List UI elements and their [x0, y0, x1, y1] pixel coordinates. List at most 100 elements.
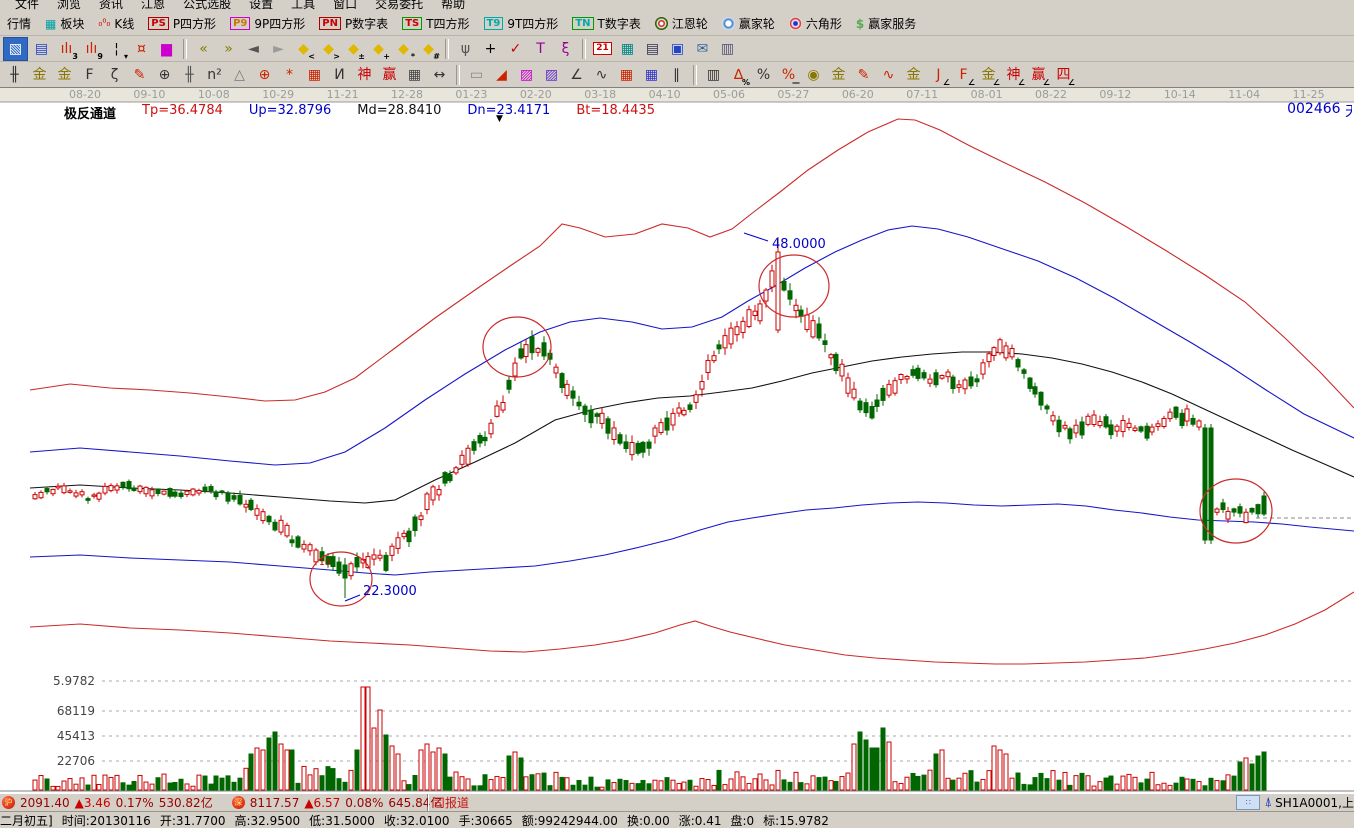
menu-item-4[interactable]: 公式选股 — [174, 0, 240, 12]
crosshair-tool-button[interactable]: + — [479, 38, 502, 60]
calendar-button[interactable]: 21 — [591, 38, 614, 60]
menu-item-3[interactable]: 江恩 — [132, 0, 174, 12]
circle-ruler-tool[interactable]: ⊕ — [153, 64, 176, 86]
mode-button-9p-square[interactable]: P99P四方形 — [223, 14, 312, 33]
mode-button-winner-service[interactable]: $赢家服务 — [849, 14, 923, 33]
f-ruler-tool[interactable]: F — [78, 64, 101, 86]
grid-red-tool[interactable]: ▦ — [615, 64, 638, 86]
triangle-tool[interactable]: △ — [228, 64, 251, 86]
diamond-star-button[interactable]: ◆* — [392, 38, 415, 60]
diamond-compress-button[interactable]: ◆+ — [367, 38, 390, 60]
next-page-button[interactable]: ► — [267, 38, 290, 60]
mode-button-p-table[interactable]: PNP数字表 — [312, 14, 395, 33]
shen-angle-tool[interactable]: 神∠ — [1002, 64, 1025, 86]
histogram-button[interactable]: ▆ — [155, 38, 178, 60]
stamp-button[interactable]: ¤ — [130, 38, 153, 60]
info-list-button[interactable]: ▤ — [30, 38, 53, 60]
fan-lines-tool[interactable]: ◢ — [490, 64, 513, 86]
bar-flag-tool[interactable]: ▥ — [702, 64, 725, 86]
parallel-lines-tool[interactable]: ∥ — [665, 64, 688, 86]
prev-page-button[interactable]: ◄ — [242, 38, 265, 60]
tick-ruler-tool[interactable]: ╫ — [178, 64, 201, 86]
circle-cross-tool[interactable]: ⊕ — [253, 64, 276, 86]
menu-item-6[interactable]: 工具 — [282, 0, 324, 12]
percent-tool[interactable]: % — [752, 64, 775, 86]
fan-box2-tool[interactable]: ▨ — [540, 64, 563, 86]
menu-item-8[interactable]: 交易委托 — [366, 0, 432, 12]
menu-item-1[interactable]: 浏览 — [48, 0, 90, 12]
menu-item-9[interactable]: 帮助 — [432, 0, 474, 12]
rect-select-tool[interactable]: ▭ — [465, 64, 488, 86]
gold-lines-tool[interactable]: 金 — [827, 64, 850, 86]
wave-lines-tool[interactable]: ∿ — [877, 64, 900, 86]
angle-pct-tool[interactable]: ∆% — [727, 64, 750, 86]
f-angle-tool[interactable]: F∠ — [952, 64, 975, 86]
angle-lines-tool[interactable]: ∠ — [565, 64, 588, 86]
ying-angle-tool[interactable]: 赢∠ — [1027, 64, 1050, 86]
mode-button-quotes[interactable]: 行情 — [0, 14, 38, 33]
first-page-button[interactable]: « — [192, 38, 215, 60]
mode-button-p-square[interactable]: PSP四方形 — [141, 14, 223, 33]
print-button[interactable]: ▥ — [716, 38, 739, 60]
j-angle-tool[interactable]: J∠ — [927, 64, 950, 86]
mail-button[interactable]: ✉ — [691, 38, 714, 60]
ying-ruler-tool[interactable]: 赢 — [378, 64, 401, 86]
grid-web-tool[interactable]: ▦ — [303, 64, 326, 86]
calculator-button[interactable]: ▦ — [616, 38, 639, 60]
shen-ruler-tool[interactable]: 神 — [353, 64, 376, 86]
menu-item-0[interactable]: 文件 — [6, 0, 48, 12]
ruler-tool[interactable]: ╫ — [3, 64, 26, 86]
period-9-button[interactable]: ılı9 — [80, 38, 103, 60]
diamond-right-button[interactable]: ◆> — [317, 38, 340, 60]
text-tool-button[interactable]: T — [529, 38, 552, 60]
save-button[interactable]: ▣ — [666, 38, 689, 60]
diamond-expand-button[interactable]: ◆± — [342, 38, 365, 60]
last-page-button[interactable]: » — [217, 38, 240, 60]
diamond-left-button[interactable]: ◆< — [292, 38, 315, 60]
mode-button-t-table[interactable]: TNT数字表 — [565, 14, 648, 33]
period-3-button[interactable]: ılı3 — [55, 38, 78, 60]
indicator-dropdown-icon[interactable]: ▼ — [496, 114, 503, 124]
s-ruler-tool[interactable]: ζ — [103, 64, 126, 86]
status-dots-button[interactable]: ∷ — [1236, 795, 1260, 810]
menu-item-5[interactable]: 设置 — [240, 0, 282, 12]
candlestick-chart[interactable]: 08-2009-1010-0810-2911-2112-2801-2302-20… — [0, 88, 1354, 793]
pct-lines-tool[interactable]: %— — [777, 64, 800, 86]
mode-button-9t-square[interactable]: T99T四方形 — [477, 14, 566, 33]
pencil-ruler-tool[interactable]: ✎ — [128, 64, 151, 86]
mode-button-winner-wheel[interactable]: 赢家轮 — [715, 14, 782, 33]
candle-style-button[interactable]: ¦▾ — [105, 38, 128, 60]
grid-blue-tool[interactable]: ▦ — [640, 64, 663, 86]
gold-angle-lines-tool[interactable]: 金 — [902, 64, 925, 86]
notepad-button[interactable]: ▤ — [641, 38, 664, 60]
menu-item-2[interactable]: 资讯 — [90, 0, 132, 12]
zigzag-tool[interactable]: ∿ — [590, 64, 613, 86]
pattern-tool-button[interactable]: ξ — [554, 38, 577, 60]
mode-button-blocks[interactable]: ▦板块 — [38, 14, 91, 33]
candle — [677, 408, 681, 413]
mode-button-kline[interactable]: ₀⁰₀K线 — [91, 14, 141, 33]
candle-pencil-tool[interactable]: ✎ — [852, 64, 875, 86]
chart-area[interactable]: 08-2009-1010-0810-2911-2112-2801-2302-20… — [0, 88, 1354, 793]
segment-tool-button[interactable]: ✓ — [504, 38, 527, 60]
star-web-tool[interactable]: * — [278, 64, 301, 86]
mode-button-hexagon[interactable]: 六角形 — [782, 14, 849, 33]
main-chart-button[interactable]: ▧ — [3, 37, 28, 61]
arrow-ruler-tool[interactable]: ↔ — [428, 64, 451, 86]
ruler-123-tool[interactable]: ▦ — [403, 64, 426, 86]
mode-button-t-square[interactable]: TST四方形 — [395, 14, 476, 33]
n2-ruler-tool[interactable]: n² — [203, 64, 226, 86]
menu-item-7[interactable]: 窗口 — [324, 0, 366, 12]
mode-button-gann-wheel[interactable]: 江恩轮 — [648, 14, 715, 33]
volume-bar — [583, 785, 587, 790]
gold-ruler-tool[interactable]: 金 — [28, 64, 51, 86]
fan-box-tool[interactable]: ▨ — [515, 64, 538, 86]
news-ticker[interactable]: 司报道 — [428, 794, 1232, 811]
si-angle-tool[interactable]: 四∠ — [1052, 64, 1075, 86]
gold-angle-tool[interactable]: 金∠ — [977, 64, 1000, 86]
angle-marks-tool[interactable]: И — [328, 64, 351, 86]
hand-tool-button[interactable]: ψ — [454, 38, 477, 60]
gold-ruler2-tool[interactable]: 金 — [53, 64, 76, 86]
diamond-grid-button[interactable]: ◆# — [417, 38, 440, 60]
gold-circle-tool[interactable]: ◉ — [802, 64, 825, 86]
